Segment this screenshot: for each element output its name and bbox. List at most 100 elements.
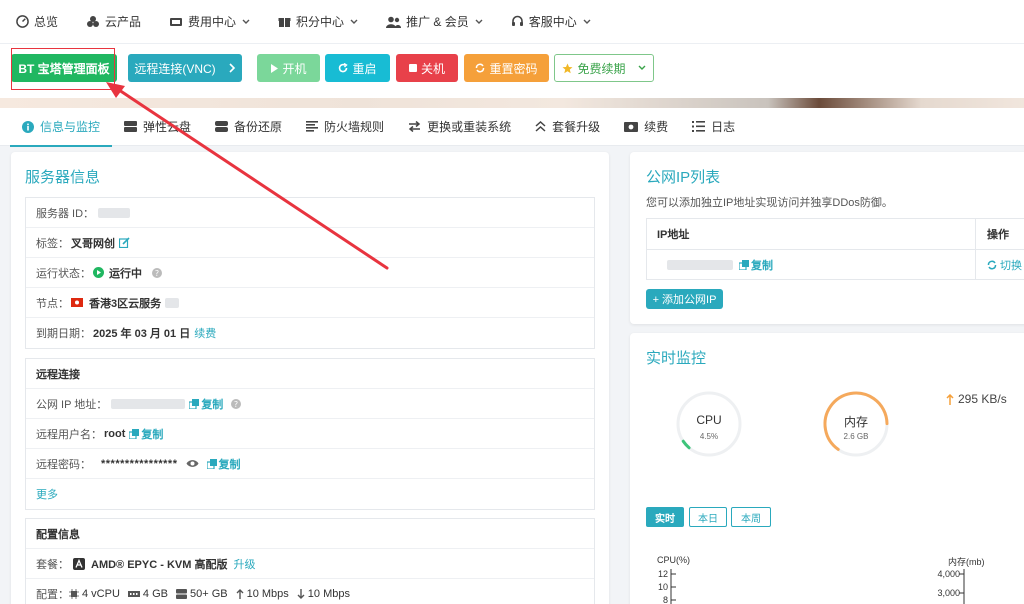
arrow-down-icon (297, 589, 305, 599)
copy-icon[interactable] (129, 428, 140, 439)
download-value: 10 Mbps (307, 588, 350, 600)
reset-password-button[interactable]: 重置密码 (464, 54, 549, 82)
cpu-tick: 8 (662, 595, 668, 604)
play-icon (271, 63, 279, 73)
gift-icon (278, 18, 291, 27)
public-ip-label: 公网 IP 地址： (36, 398, 108, 411)
disk-value: 50+ GB (189, 588, 228, 600)
tab-upgrade[interactable]: 套餐升级 (535, 108, 600, 146)
tab-elastic-disk[interactable]: 弹性云盘 (124, 108, 191, 146)
memory-icon (127, 591, 140, 597)
tab-log[interactable]: 日志 (692, 108, 735, 146)
spec-label: 配置： (36, 589, 69, 601)
help-icon[interactable]: ? (231, 398, 242, 409)
ip-list-card: 公网IP列表 您可以添加独立IP地址实现访问并独享DDos防御。 IP地址 操作… (630, 152, 1024, 324)
nav-label: 推广 & 会员 (406, 15, 469, 29)
more-link[interactable]: 更多 (36, 486, 58, 502)
cloud-products-icon (87, 16, 100, 27)
tab-label: 防火墙规则 (324, 120, 385, 134)
remote-head-row: 远程连接 (26, 359, 594, 389)
copy-icon[interactable] (206, 458, 217, 469)
billing-icon (170, 17, 183, 26)
config-head-row: 配置信息 (26, 519, 594, 549)
nav-item-support[interactable]: 客服中心 (511, 13, 591, 30)
sync-icon (476, 63, 485, 73)
range-realtime-button[interactable]: 实时 (646, 507, 684, 527)
ip-list-title: 公网IP列表 (646, 169, 721, 186)
cpu-tick: 10 (657, 582, 668, 592)
nav-label: 总览 (34, 15, 59, 29)
bt-panel-label: BT 宝塔管理面板 (18, 61, 110, 76)
action-bar: BT 宝塔管理面板 远程连接(VNC) 开机 重启 关机 重置密码 免费续期 (0, 44, 1024, 98)
star-icon (562, 63, 573, 73)
nav-item-billing[interactable]: 费用中心 (169, 13, 250, 30)
shutdown-button[interactable]: 关机 (396, 54, 458, 82)
cpu-value: 4.5% (699, 432, 719, 441)
status-value: 运行中 (109, 267, 142, 280)
expire-value: 2025 年 03 月 01 日 (93, 328, 191, 340)
copy-icon[interactable] (739, 260, 749, 270)
disk-icon (124, 121, 138, 132)
nav-item-overview[interactable]: 总览 (16, 13, 58, 30)
nav-item-points[interactable]: 积分中心 (278, 13, 358, 30)
spec-download: 10 Mbps (297, 588, 350, 600)
range-week-button[interactable]: 本周 (731, 507, 771, 527)
status-row: 运行状态： 运行中 ? (26, 258, 594, 288)
tab-label: 套餐升级 (552, 120, 601, 134)
help-icon[interactable]: ? (152, 267, 162, 278)
tab-backup[interactable]: 备份还原 (215, 108, 282, 146)
restart-button[interactable]: 重启 (325, 54, 390, 82)
add-public-ip-button[interactable]: + 添加公网IP (646, 289, 723, 309)
node-row: 节点： 香港3区云服务 (26, 288, 594, 318)
chevron-down-icon (583, 19, 591, 24)
svg-text:?: ? (234, 400, 238, 409)
masked-value (165, 297, 180, 308)
tab-renew[interactable]: 续费 (624, 108, 668, 146)
copy-password-link[interactable]: 复制 (219, 456, 241, 472)
copy-ip-link[interactable]: 复制 (751, 257, 773, 273)
tab-reinstall[interactable]: 更换或重装系统 (408, 108, 511, 146)
nav-label: 客服中心 (528, 15, 577, 29)
switch-ip-link[interactable]: 切换 (1000, 257, 1022, 273)
remote-section: 远程连接 公网 IP 地址： 复制 ? 远程用户名： root 复制 远程密码：… (25, 358, 595, 510)
vnc-label: 远程连接(VNC) (134, 61, 216, 76)
copy-ip-link[interactable]: 复制 (201, 396, 223, 412)
nav-label: 积分中心 (296, 15, 345, 29)
vcpu-value: 4 vCPU (82, 588, 120, 600)
memory-axis-label: 内存(mb) (948, 557, 985, 567)
renew-link[interactable]: 续费 (194, 325, 216, 341)
monitor-chart-axes (670, 569, 965, 604)
public-ip-row: 公网 IP 地址： 复制 ? (26, 389, 594, 419)
nav-item-cloud-products[interactable]: 云产品 (86, 13, 141, 30)
network-speed: 295 KB/s (946, 392, 1007, 406)
free-renew-label: 免费续期 (577, 61, 626, 76)
remote-password-label: 远程密码： (36, 458, 91, 471)
plan-label: 套餐： (36, 558, 69, 571)
memory-value: 2.6 GB (843, 432, 869, 441)
copy-icon[interactable] (189, 398, 200, 409)
copy-user-link[interactable]: 复制 (141, 426, 163, 442)
tab-firewall[interactable]: 防火墙规则 (306, 108, 384, 146)
edit-icon[interactable] (119, 237, 130, 248)
nav-item-promotion[interactable]: 推广 & 会员 (386, 13, 483, 30)
swap-icon (408, 121, 421, 132)
server-info-title: 服务器信息 (25, 169, 101, 186)
nav-label: 费用中心 (188, 15, 237, 29)
tab-bar: 信息与监控 弹性云盘 备份还原 防火墙规则 更换或重装系统 套餐升级 续费 日志 (0, 108, 1024, 147)
tab-info-monitor[interactable]: 信息与监控 (9, 108, 113, 147)
firewall-icon (306, 121, 319, 132)
server-id-row: 服务器 ID： (26, 198, 594, 228)
upgrade-link[interactable]: 升级 (233, 556, 255, 572)
bt-panel-button[interactable]: BT 宝塔管理面板 (11, 54, 117, 82)
tab-label: 信息与监控 (40, 120, 101, 134)
eye-icon[interactable] (186, 459, 199, 468)
node-value: 香港3区云服务 (89, 297, 162, 310)
range-today-button[interactable]: 本日 (689, 507, 727, 527)
server-id-label: 服务器 ID： (36, 207, 95, 220)
remote-user-label: 远程用户名： (36, 428, 102, 441)
vnc-button[interactable]: 远程连接(VNC) (128, 54, 242, 82)
arrow-up-icon (236, 589, 244, 599)
sync-icon (987, 260, 997, 270)
free-renew-button[interactable]: 免费续期 (554, 54, 654, 82)
power-on-button[interactable]: 开机 (257, 54, 320, 82)
